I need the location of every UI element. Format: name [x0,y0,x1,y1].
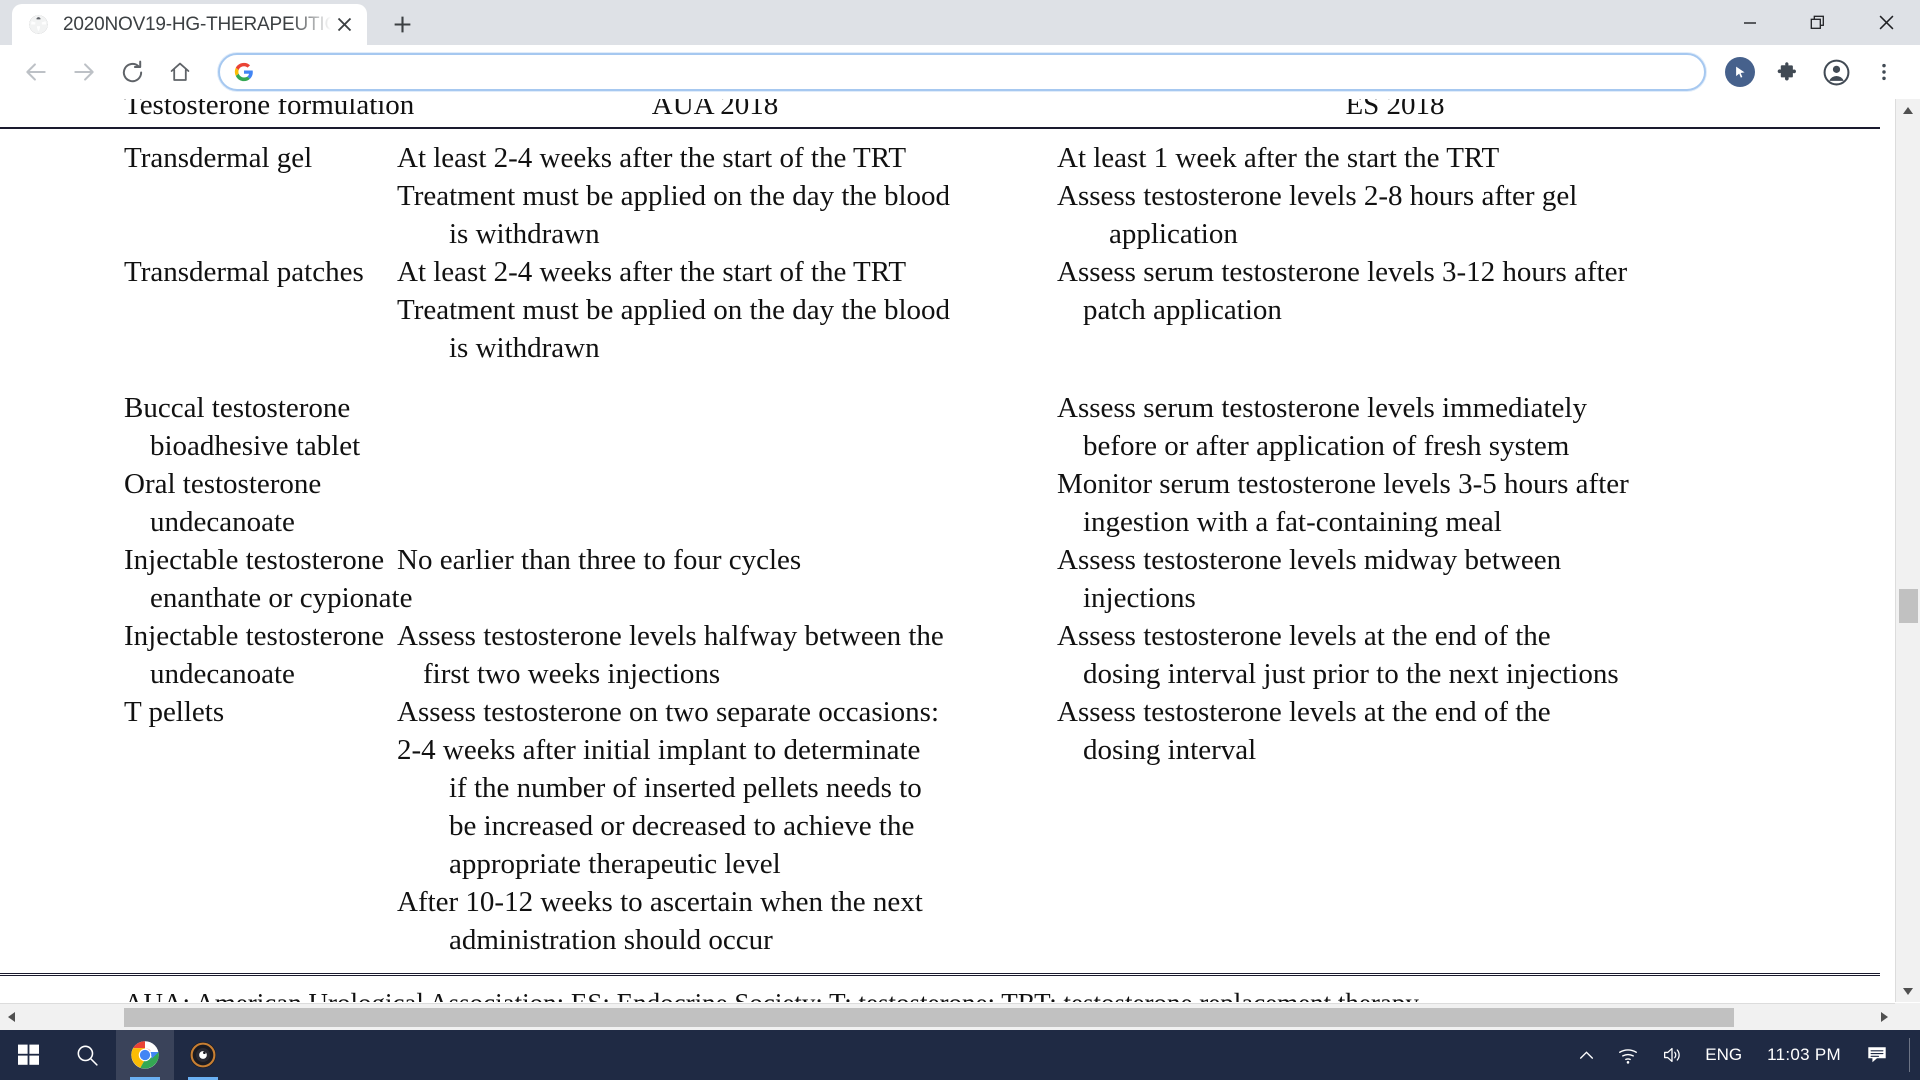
cell-formulation: Injectable testosterone enanthate or cyp… [124,544,413,614]
tray-overflow-chevron-up-icon[interactable] [1567,1030,1606,1080]
table-footer-rule [0,973,1880,976]
chrome-icon [131,1041,159,1069]
table-row: Injectable testosterone enanthate or cyp… [0,541,1880,617]
scroll-left-arrow-icon[interactable] [0,1004,22,1030]
row-spacer [0,367,1880,389]
scroll-up-arrow-icon[interactable] [1896,99,1920,121]
cell-es: Assess testosterone levels at the end of… [1057,696,1551,766]
table-row: Buccal testosterone bioadhesive tablet A… [0,389,1880,465]
column-header-formulation: Testosterone formulation [124,99,415,121]
forward-arrow-icon[interactable] [62,50,106,94]
home-icon[interactable] [158,50,202,94]
new-tab-button[interactable] [385,9,419,39]
notifications-icon[interactable] [1855,1030,1899,1080]
cell-aua: At least 2-4 weeks after the start of th… [397,256,951,364]
table-row: Transdermal gel At least 2-4 weeks after… [0,139,1880,253]
cell-formulation: Buccal testosterone bioadhesive tablet [124,392,361,462]
cell-formulation: Transdermal gel [124,142,313,174]
browser-window: 2020NOV19-HG-THERAPEUTIC-M Testosterone … [0,0,1920,1030]
table-header-row: Testosterone formulation AUA 2018 ES 201… [0,99,1880,127]
tray-divider [1909,1038,1910,1072]
cell-es: Assess testosterone levels at the end of… [1057,620,1619,690]
taskbar-search-button[interactable] [58,1030,116,1080]
cell-aua: No earlier than three to four cycles [397,544,802,576]
cell-es: At least 1 week after the start the TRT … [1057,142,1578,250]
language-indicator[interactable]: ENG [1694,1030,1753,1080]
taskbar-app-area [0,1030,232,1080]
url-input[interactable] [268,59,1690,85]
wifi-icon[interactable] [1606,1030,1650,1080]
taskbar-item-media-player[interactable] [174,1030,232,1080]
data-table: Testosterone formulation AUA 2018 ES 201… [0,99,1880,1002]
tab-title: 2020NOV19-HG-THERAPEUTIC-M [63,13,331,35]
content-viewport: Testosterone formulation AUA 2018 ES 201… [0,99,1920,1030]
cell-aua: At least 2-4 weeks after the start of th… [397,142,951,250]
scroll-right-arrow-icon[interactable] [1873,1004,1895,1030]
chrome-menu-icon[interactable] [1862,50,1906,94]
table-footnote: AUA: American Urological Association; ES… [0,986,1880,1002]
table-row: Oral testosterone undecanoate Monitor se… [0,465,1880,541]
column-header-aua: AUA 2018 [651,99,779,121]
cell-es: Monitor serum testosterone levels 3-5 ho… [1057,468,1629,538]
minimize-button[interactable] [1716,0,1784,45]
cell-aua: Assess testosterone levels halfway betwe… [397,620,944,690]
address-bar[interactable] [218,53,1706,91]
vertical-scrollbar-thumb[interactable] [1899,589,1918,623]
back-arrow-icon[interactable] [14,50,58,94]
start-button[interactable] [0,1030,58,1080]
pdf-page-surface[interactable]: Testosterone formulation AUA 2018 ES 201… [0,99,1895,1002]
table-row: Transdermal patches At least 2-4 weeks a… [0,253,1880,367]
clock[interactable]: 11:03 PM [1753,1030,1855,1080]
cell-es: Assess testosterone levels midway betwee… [1057,544,1562,614]
window-controls [1716,0,1920,45]
window-close-button[interactable] [1852,0,1920,45]
column-header-es: ES 2018 [1345,99,1445,121]
profile-avatar-icon[interactable] [1814,50,1858,94]
cell-es: Assess serum testosterone levels 3-12 ho… [1057,256,1628,326]
media-player-icon [189,1041,217,1069]
vertical-scrollbar[interactable] [1895,99,1920,1002]
cell-aua: Assess testosterone on two separate occa… [397,696,940,956]
windows-taskbar: ENG 11:03 PM [0,1030,1920,1080]
cell-formulation: Injectable testosterone undecanoate [124,620,385,690]
globe-icon [28,14,49,35]
browser-toolbar [0,45,1920,99]
scroll-down-arrow-icon[interactable] [1896,980,1920,1002]
cell-formulation: Transdermal patches [124,256,364,288]
restore-button[interactable] [1784,0,1852,45]
cursor-tool-button[interactable] [1718,50,1762,94]
scrollbar-corner [1895,1003,1920,1030]
cell-formulation: T pellets [124,696,225,728]
tab-strip: 2020NOV19-HG-THERAPEUTIC-M [0,0,1920,45]
taskbar-item-chrome[interactable] [116,1030,174,1080]
close-icon[interactable] [331,12,357,38]
horizontal-scrollbar-thumb[interactable] [124,1008,1734,1027]
reload-icon[interactable] [110,50,154,94]
cursor-icon[interactable] [1725,57,1755,87]
table-body: Transdermal gel At least 2-4 weeks after… [0,129,1880,959]
extensions-icon[interactable] [1766,50,1810,94]
google-g-icon [234,62,254,82]
table-row: Injectable testosterone undecanoate Asse… [0,617,1880,693]
browser-tab[interactable]: 2020NOV19-HG-THERAPEUTIC-M [12,4,367,45]
horizontal-scrollbar[interactable] [0,1003,1920,1030]
table-row: T pellets Assess testosterone on two sep… [0,693,1880,959]
volume-icon[interactable] [1650,1030,1694,1080]
cell-es: Assess serum testosterone levels immedia… [1057,392,1587,462]
taskbar-system-tray: ENG 11:03 PM [1567,1030,1920,1080]
cell-formulation: Oral testosterone undecanoate [124,468,322,538]
